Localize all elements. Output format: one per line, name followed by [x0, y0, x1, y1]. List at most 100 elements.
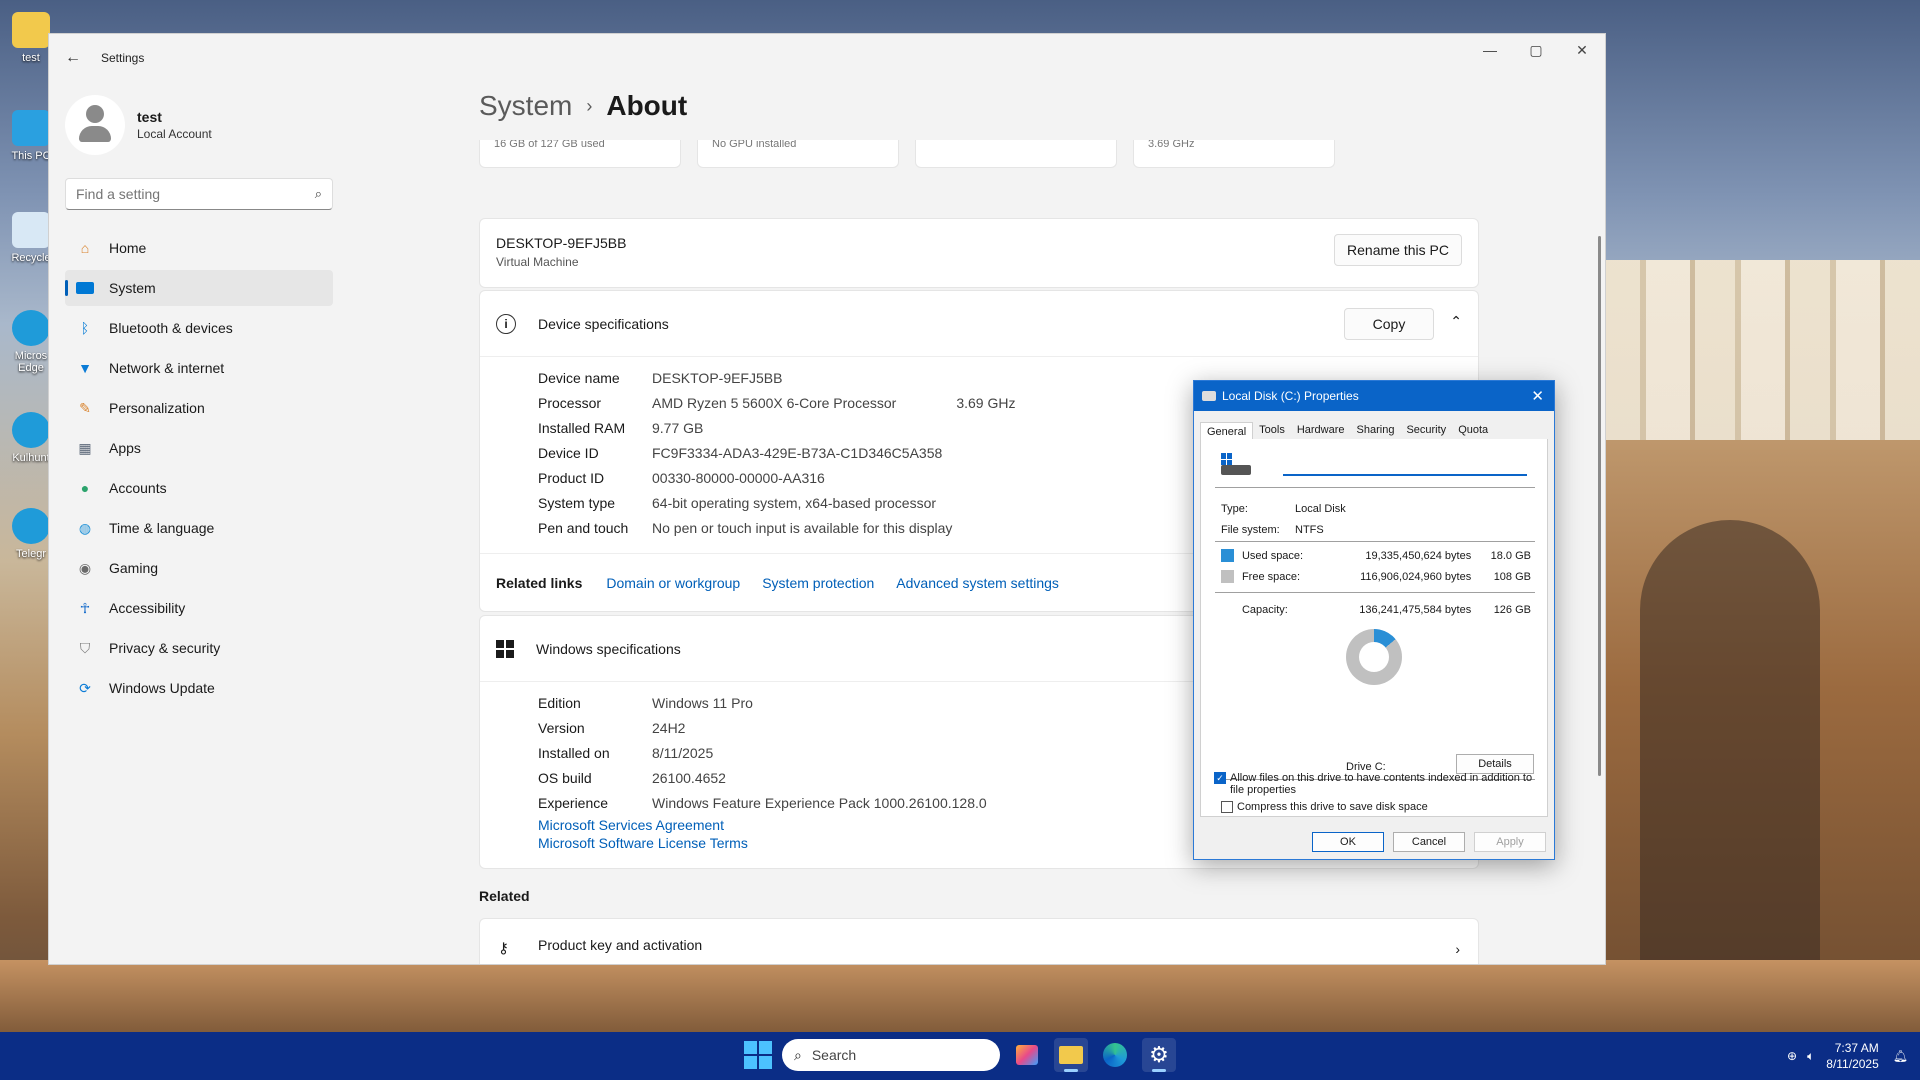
tab-security[interactable]: Security — [1400, 421, 1452, 440]
chevron-right-icon: › — [586, 95, 593, 116]
storage-card[interactable]: 16 GB of 127 GB used — [479, 140, 681, 168]
details-button[interactable]: Details — [1456, 754, 1534, 774]
breadcrumb-parent[interactable]: System — [479, 90, 572, 122]
dialog-title-bar: Local Disk (C:) Properties — [1194, 381, 1554, 411]
globe-icon: ◍ — [78, 519, 92, 536]
sidebar-item-home[interactable]: ⌂ Home — [65, 230, 333, 266]
pc-type: Virtual Machine — [496, 255, 579, 269]
sidebar-item-windows-update[interactable]: ⟳ Windows Update — [65, 670, 333, 706]
tab-hardware[interactable]: Hardware — [1291, 421, 1351, 440]
taskbar-settings[interactable]: ⚙ — [1142, 1038, 1176, 1072]
sidebar-item-network[interactable]: ▼ Network & internet — [65, 350, 333, 386]
minimize-button[interactable]: — — [1467, 34, 1513, 66]
capacity-row: Capacity: 136,241,475,584 bytes 126 GB — [1221, 603, 1531, 616]
copy-button[interactable]: Copy — [1344, 308, 1434, 340]
tab-quota[interactable]: Quota — [1452, 421, 1494, 440]
compress-checkbox-row[interactable]: Compress this drive to save disk space — [1221, 801, 1541, 813]
compress-checkbox[interactable] — [1221, 801, 1233, 813]
ok-button[interactable]: OK — [1312, 832, 1384, 852]
divider — [1215, 487, 1535, 488]
apply-button[interactable]: Apply — [1474, 832, 1546, 852]
processor-card[interactable]: 3.69 GHz — [1133, 140, 1335, 168]
taskbar-edge[interactable] — [1098, 1038, 1132, 1072]
product-key-card[interactable]: ⚷ Product key and activation › — [479, 918, 1479, 964]
pc-name-card: DESKTOP-9EFJ5BB Virtual Machine Rename t… — [479, 218, 1479, 288]
related-links-label: Related links — [496, 574, 583, 591]
link-advanced-system-settings[interactable]: Advanced system settings — [896, 575, 1059, 591]
notification-icon[interactable]: 🔔︎ — [1893, 1049, 1908, 1063]
info-icon: i — [496, 313, 516, 334]
tab-tools[interactable]: Tools — [1253, 421, 1291, 440]
window-controls: — ▢ ✕ — [1467, 34, 1605, 66]
ram-card[interactable] — [915, 140, 1117, 168]
edge-icon — [12, 412, 50, 448]
link-system-protection[interactable]: System protection — [762, 575, 874, 591]
hard-drive-icon — [1221, 453, 1251, 477]
bluetooth-icon: ᛒ — [80, 320, 90, 336]
tab-sharing[interactable]: Sharing — [1351, 421, 1401, 440]
volume-icon[interactable]: 🔈︎ — [1807, 1049, 1814, 1064]
account-type: Local Account — [137, 127, 212, 141]
back-arrow-icon[interactable]: ← — [65, 49, 93, 67]
divider — [1215, 541, 1535, 542]
clock[interactable]: 7:37 AM 8/11/2025 — [1826, 1040, 1879, 1072]
windows-logo-icon — [496, 639, 514, 658]
user-profile[interactable]: test Local Account — [65, 90, 333, 160]
volume-label-input[interactable] — [1283, 454, 1527, 476]
rename-pc-button[interactable]: Rename this PC — [1334, 234, 1462, 266]
sidebar-item-personalization[interactable]: ✎ Personalization — [65, 390, 333, 426]
product-key-label: Product key and activation — [538, 937, 703, 953]
scrollbar[interactable] — [1598, 236, 1601, 776]
brush-icon: ✎ — [79, 399, 91, 416]
dialog-tabs: General Tools Hardware Sharing Security … — [1200, 421, 1548, 441]
start-button[interactable] — [744, 1041, 772, 1069]
sidebar-item-accounts[interactable]: ● Accounts — [65, 470, 333, 506]
taskbar: ⌕ Search ⚙ ⊕ 🔈︎ 7:37 AM 8/11/2025 🔔︎ — [0, 1032, 1920, 1080]
close-icon[interactable]: ✕ — [1531, 387, 1544, 405]
sidebar-item-bluetooth[interactable]: ᛒ Bluetooth & devices — [65, 310, 333, 346]
used-swatch — [1221, 549, 1234, 562]
window-title: Settings — [101, 51, 145, 65]
chevron-up-icon[interactable]: ⌃ — [1450, 313, 1462, 330]
close-button[interactable]: ✕ — [1559, 34, 1605, 66]
device-specs-title: Device specifications — [538, 315, 669, 332]
taskbar-search[interactable]: ⌕ Search — [782, 1039, 1000, 1071]
settings-search[interactable]: ⌕ — [65, 178, 333, 210]
sidebar-item-gaming[interactable]: ◉ Gaming — [65, 550, 333, 586]
index-checkbox-row[interactable]: ✓ Allow files on this drive to have cont… — [1214, 772, 1544, 796]
free-space-row: Free space: 116,906,024,960 bytes 108 GB — [1221, 570, 1531, 583]
sidebar-item-time-language[interactable]: ◍ Time & language — [65, 510, 333, 546]
user-name: test — [137, 109, 162, 125]
language-icon[interactable]: ⊕ — [1787, 1049, 1797, 1063]
device-specs-header[interactable]: i Device specifications Copy ⌃ — [480, 291, 1478, 357]
taskbar-widgets[interactable] — [1010, 1038, 1044, 1072]
index-checkbox[interactable]: ✓ — [1214, 772, 1226, 784]
type-row: Type: Local Disk — [1221, 503, 1346, 515]
search-icon: ⌕ — [794, 1046, 802, 1063]
sidebar-item-system[interactable]: System — [65, 270, 333, 306]
edge-icon — [12, 310, 50, 346]
windows-specs-title: Windows specifications — [536, 640, 681, 657]
sidebar-item-privacy[interactable]: ⛉ Privacy & security — [65, 630, 333, 666]
widgets-icon — [1016, 1045, 1038, 1065]
disk-usage-donut — [1346, 629, 1402, 685]
title-bar: ← Settings — [49, 34, 1605, 82]
search-input[interactable] — [76, 186, 315, 202]
used-space-row: Used space: 19,335,450,624 bytes 18.0 GB — [1221, 549, 1531, 562]
page-title: About — [606, 90, 688, 121]
folder-icon — [1059, 1046, 1083, 1064]
folder-icon — [12, 12, 50, 48]
breadcrumb: System › About — [479, 82, 1529, 130]
wallpaper-houses — [1600, 260, 1920, 440]
sidebar-item-accessibility[interactable]: ☥ Accessibility — [65, 590, 333, 626]
cancel-button[interactable]: Cancel — [1393, 832, 1465, 852]
taskbar-file-explorer[interactable] — [1054, 1038, 1088, 1072]
link-domain-workgroup[interactable]: Domain or workgroup — [606, 575, 740, 591]
search-icon[interactable]: ⌕ — [315, 186, 322, 202]
disk-properties-dialog: Local Disk (C:) Properties ✕ General Too… — [1193, 380, 1555, 860]
sidebar-item-apps[interactable]: ▦ Apps — [65, 430, 333, 466]
accessibility-icon: ☥ — [79, 599, 91, 616]
graphics-card[interactable]: No GPU installed — [697, 140, 899, 168]
free-swatch — [1221, 570, 1234, 583]
maximize-button[interactable]: ▢ — [1513, 34, 1559, 66]
